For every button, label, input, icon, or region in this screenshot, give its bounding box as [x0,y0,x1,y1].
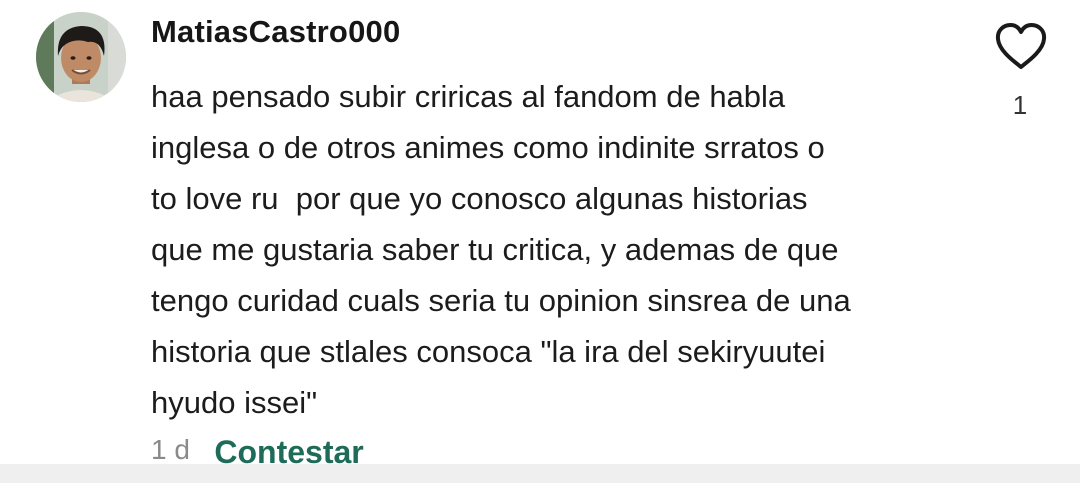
comment-text-line: que me gustaria saber tu critica, y adem… [151,232,839,267]
avatar[interactable] [36,12,126,102]
heart-outline-icon [995,23,1047,69]
comment-text-line: tengo curidad cuals seria tu opinion sin… [151,283,851,318]
comment-timestamp: 1 d [151,434,190,464]
comment-meta: 1 d Contestar [151,434,364,464]
comment-text-line: historia que stlales consoca "la ira del… [151,334,826,369]
comment-item: MatiasCastro000 haa pensado subir criric… [0,0,1080,464]
comment-text-line: hyudo issei" [151,385,318,420]
comment-text-line: inglesa o de otros animes como indinite … [151,130,825,165]
comment-text-line: haa pensado subir criricas al fandom de … [151,79,786,114]
reply-button[interactable]: Contestar [214,434,363,464]
comment-text: haa pensado subir criricas al fandom de … [151,71,931,428]
bottom-divider-bar [0,464,1080,483]
comment-username[interactable]: MatiasCastro000 [151,14,400,50]
comment-text-line: to love ru por que yo conosco algunas hi… [151,181,808,216]
like-count: 1 [1012,90,1028,120]
avatar-photo [36,12,126,102]
like-button[interactable] [994,22,1048,72]
